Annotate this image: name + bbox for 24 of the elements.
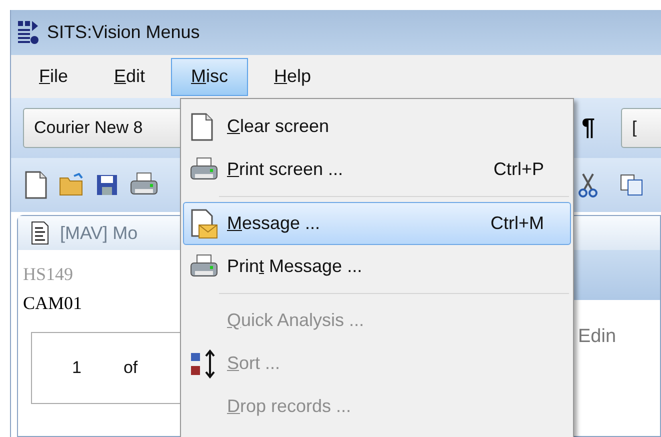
grid-header-text: of <box>123 358 138 378</box>
menu-title[interactable]: Help <box>254 58 332 96</box>
paragraph-button[interactable]: ¶ <box>582 114 595 142</box>
location-text: Edin <box>577 325 618 348</box>
scissors-icon[interactable] <box>577 172 599 198</box>
menu-title[interactable]: Misc <box>171 58 248 96</box>
child-window-title: [MAV] Mo <box>60 222 138 244</box>
form-icon <box>30 221 50 245</box>
menu-item[interactable]: Print Message ... <box>183 245 571 288</box>
field-value: HS149 <box>23 264 74 285</box>
app-logo-icon <box>17 20 39 46</box>
window-title: SITS:Vision Menus <box>47 22 200 43</box>
page-icon <box>189 112 215 142</box>
menu-item[interactable]: Print screen ... Ctrl+P <box>183 148 571 191</box>
grid-header-text: 1 <box>72 358 82 378</box>
menu-title[interactable]: File <box>19 58 88 96</box>
new-document-icon[interactable] <box>23 170 49 200</box>
menu-title[interactable]: Edit <box>94 58 166 96</box>
menu-item[interactable]: Message ... Ctrl+M <box>183 202 571 245</box>
style-dropdown[interactable]: [ <box>621 108 661 148</box>
field-value: CAM01 <box>23 293 82 314</box>
envelope-document-icon <box>189 208 219 240</box>
folder-icon[interactable] <box>59 173 85 197</box>
copy-icon[interactable] <box>619 173 645 197</box>
